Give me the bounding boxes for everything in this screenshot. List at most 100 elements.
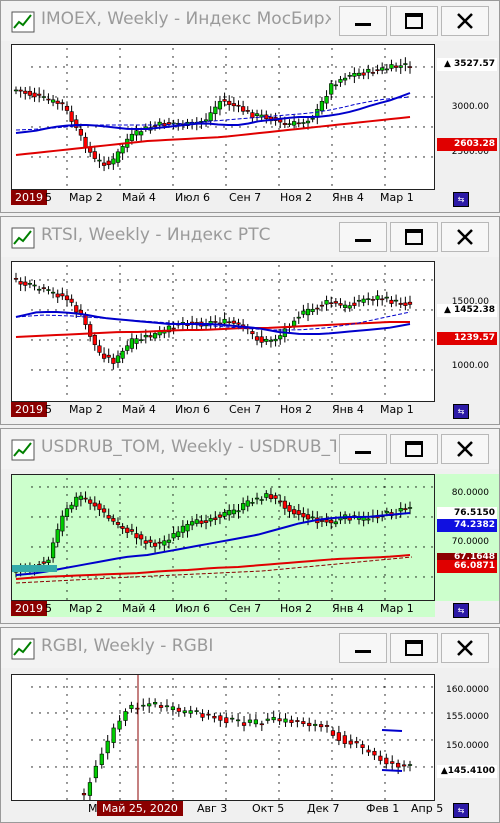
candle-body xyxy=(236,719,241,722)
candle-body xyxy=(333,84,338,87)
grid-dot xyxy=(311,686,313,688)
x-tick: Июл 6 xyxy=(175,602,211,615)
candle-body xyxy=(319,304,325,307)
grid-dot xyxy=(343,309,345,311)
x-tick: 5 xyxy=(45,403,52,416)
candle-body xyxy=(330,730,336,736)
grid-dot xyxy=(66,273,68,275)
price-chart-area[interactable] xyxy=(11,474,435,601)
grid-dot xyxy=(225,281,227,283)
grid-dot xyxy=(143,339,145,341)
close-button[interactable] xyxy=(441,222,489,252)
grid-dot xyxy=(39,126,41,128)
grid-dot xyxy=(431,712,433,714)
candle-body xyxy=(333,521,338,525)
grid-dot xyxy=(278,598,280,600)
x-tick: Июл 6 xyxy=(175,191,211,204)
grid-dot xyxy=(159,369,161,371)
grid-dot xyxy=(431,339,433,341)
grid-dot xyxy=(215,486,217,488)
grid-dot xyxy=(331,694,333,696)
grid-dot xyxy=(103,516,105,518)
grid-dot xyxy=(215,712,217,714)
grid-dot xyxy=(278,321,280,323)
grid-dot xyxy=(423,516,425,518)
grid-dot xyxy=(66,160,68,162)
candle-body xyxy=(105,740,110,754)
grid-dot xyxy=(225,526,227,528)
grid-dot xyxy=(327,339,329,341)
grid-dot xyxy=(351,739,353,741)
candle-body xyxy=(380,67,385,71)
scroll-to-end-button[interactable]: ⇆ xyxy=(453,404,469,419)
grid-dot xyxy=(399,712,401,714)
title-bar[interactable]: IMOEX, Weekly - Индекс МосБиржи xyxy=(1,1,499,41)
close-button[interactable] xyxy=(441,434,489,464)
grid-dot xyxy=(331,590,333,592)
price-chart-area[interactable] xyxy=(11,44,435,190)
minimize-button[interactable] xyxy=(339,6,387,36)
grid-dot xyxy=(207,126,209,128)
grid-dot xyxy=(175,546,177,548)
candle-body xyxy=(27,283,33,285)
candle-body xyxy=(380,298,385,301)
candle-body xyxy=(389,64,394,69)
grid-dot xyxy=(172,353,174,355)
grid-dot xyxy=(119,510,121,512)
candle-body xyxy=(97,503,102,510)
grid-dot xyxy=(343,279,345,281)
grid-dot xyxy=(66,369,68,371)
title-bar[interactable]: RGBI, Weekly - RGBI xyxy=(1,628,499,668)
grid-dot xyxy=(399,156,401,158)
price-chart-area[interactable] xyxy=(11,674,435,801)
grid-dot xyxy=(111,66,113,68)
close-button[interactable] xyxy=(441,6,489,36)
candle-body xyxy=(403,63,408,65)
grid-dot xyxy=(66,265,68,267)
grid-dot xyxy=(384,329,386,331)
close-button[interactable] xyxy=(441,633,489,663)
title-bar[interactable]: RTSI, Weekly - Индекс РТС xyxy=(1,217,499,257)
year-label: 2019 xyxy=(11,601,47,616)
maximize-button[interactable] xyxy=(390,6,438,36)
candle-body xyxy=(171,533,176,539)
scroll-to-end-button[interactable]: ⇆ xyxy=(453,192,469,207)
grid-dot xyxy=(175,516,177,518)
grid-dot xyxy=(383,739,385,741)
grid-dot xyxy=(87,739,89,741)
chart-window-usdrub: USDRUB_TOM, Weekly - USDRUB_T... 80.0000… xyxy=(0,428,500,624)
title-bar[interactable]: USDRUB_TOM, Weekly - USDRUB_T... xyxy=(1,429,499,469)
maximize-button[interactable] xyxy=(390,434,438,464)
candle-body xyxy=(296,122,301,125)
candle-body xyxy=(329,83,334,95)
grid-dot xyxy=(278,478,280,480)
grid-dot xyxy=(199,126,201,128)
grid-dot xyxy=(247,686,249,688)
grid-dot xyxy=(172,385,174,387)
maximize-button[interactable] xyxy=(390,633,438,663)
grid-dot xyxy=(384,281,386,283)
minimize-button[interactable] xyxy=(339,434,387,464)
candle-body xyxy=(115,151,121,163)
candle-body xyxy=(115,355,121,363)
candle-body xyxy=(352,73,357,77)
maximize-button[interactable] xyxy=(390,222,438,252)
grid-dot xyxy=(431,96,433,98)
grid-dot xyxy=(331,136,333,138)
candle-body xyxy=(129,338,134,349)
x-tick: Ноя 2 xyxy=(280,403,313,416)
price-chart-area[interactable] xyxy=(11,261,435,402)
grid-dot xyxy=(172,686,174,688)
scroll-to-end-button[interactable]: ⇆ xyxy=(453,603,469,618)
grid-dot xyxy=(327,309,329,311)
scroll-to-end-button[interactable]: ⇆ xyxy=(453,803,469,818)
grid-dot xyxy=(199,576,201,578)
minimize-button[interactable] xyxy=(339,633,387,663)
minimize-button[interactable] xyxy=(339,222,387,252)
grid-dot xyxy=(215,96,217,98)
grid-dot xyxy=(225,678,227,680)
grid-dot xyxy=(225,168,227,170)
grid-dot xyxy=(303,339,305,341)
grid-dot xyxy=(287,686,289,688)
grid-dot xyxy=(415,339,417,341)
